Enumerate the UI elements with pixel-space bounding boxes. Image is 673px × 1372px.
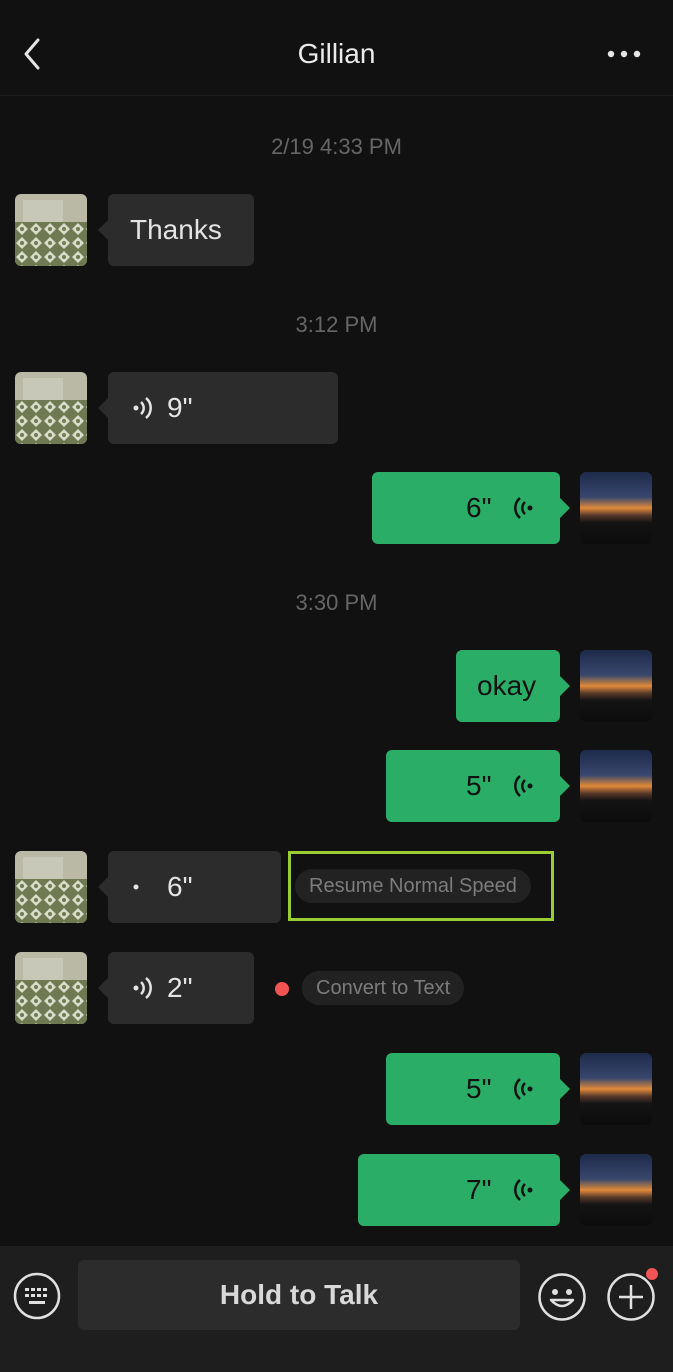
input-bar: Hold to Talk	[0, 1246, 673, 1372]
unread-dot	[275, 982, 289, 996]
message-bubble-incoming[interactable]: Thanks	[98, 194, 254, 266]
voice-duration: 6"	[167, 871, 193, 902]
voice-message-outgoing[interactable]: 6"	[372, 472, 570, 544]
notification-dot	[646, 1268, 658, 1280]
voice-wave-icon	[133, 884, 139, 890]
voice-duration: 2"	[167, 972, 193, 1003]
voice-wave-icon	[514, 1078, 533, 1100]
resume-normal-speed-button[interactable]: Resume Normal Speed	[295, 869, 531, 903]
voice-duration: 5"	[466, 770, 492, 801]
voice-message-outgoing[interactable]: 5"	[386, 750, 570, 822]
voice-duration: 7"	[466, 1174, 492, 1205]
message-text: okay	[477, 670, 537, 701]
my-avatar[interactable]	[580, 750, 652, 822]
timestamp: 3:30 PM	[295, 590, 378, 615]
voice-wave-icon	[133, 977, 152, 999]
voice-wave-icon	[514, 497, 533, 519]
contact-avatar[interactable]	[15, 952, 87, 1024]
keyboard-icon[interactable]	[13, 1272, 61, 1320]
voice-message-incoming[interactable]: 2"	[98, 952, 254, 1024]
voice-message-outgoing[interactable]: 5"	[386, 1053, 570, 1125]
plus-circle-icon[interactable]	[606, 1272, 656, 1322]
timestamp: 3:12 PM	[295, 312, 378, 337]
timestamp: 2/19 4:33 PM	[271, 134, 402, 159]
voice-message-incoming[interactable]: 9"	[98, 372, 338, 444]
voice-wave-icon	[514, 775, 533, 797]
my-avatar[interactable]	[580, 472, 652, 544]
voice-duration: 6"	[466, 492, 492, 523]
voice-wave-icon	[133, 397, 152, 419]
more-horizontal-icon[interactable]	[604, 42, 644, 66]
my-avatar[interactable]	[580, 650, 652, 722]
voice-wave-icon	[514, 1179, 533, 1201]
my-avatar[interactable]	[580, 1154, 652, 1226]
nav-bar: Gillian	[0, 0, 673, 96]
message-bubble-outgoing[interactable]: okay	[456, 650, 570, 722]
voice-duration: 9"	[167, 392, 193, 423]
my-avatar[interactable]	[580, 1053, 652, 1125]
contact-avatar[interactable]	[15, 372, 87, 444]
contact-avatar[interactable]	[15, 851, 87, 923]
voice-message-incoming-playing[interactable]: 6"	[98, 851, 281, 923]
contact-avatar[interactable]	[15, 194, 87, 266]
chat-title: Gillian	[297, 38, 376, 69]
message-text: Thanks	[130, 214, 222, 245]
voice-message-outgoing[interactable]: 7"	[358, 1154, 570, 1226]
voice-duration: 5"	[466, 1073, 492, 1104]
hold-to-talk-button[interactable]: Hold to Talk	[78, 1260, 520, 1330]
emoji-icon[interactable]	[537, 1272, 587, 1322]
convert-to-text-button[interactable]: Convert to Text	[302, 971, 465, 1005]
